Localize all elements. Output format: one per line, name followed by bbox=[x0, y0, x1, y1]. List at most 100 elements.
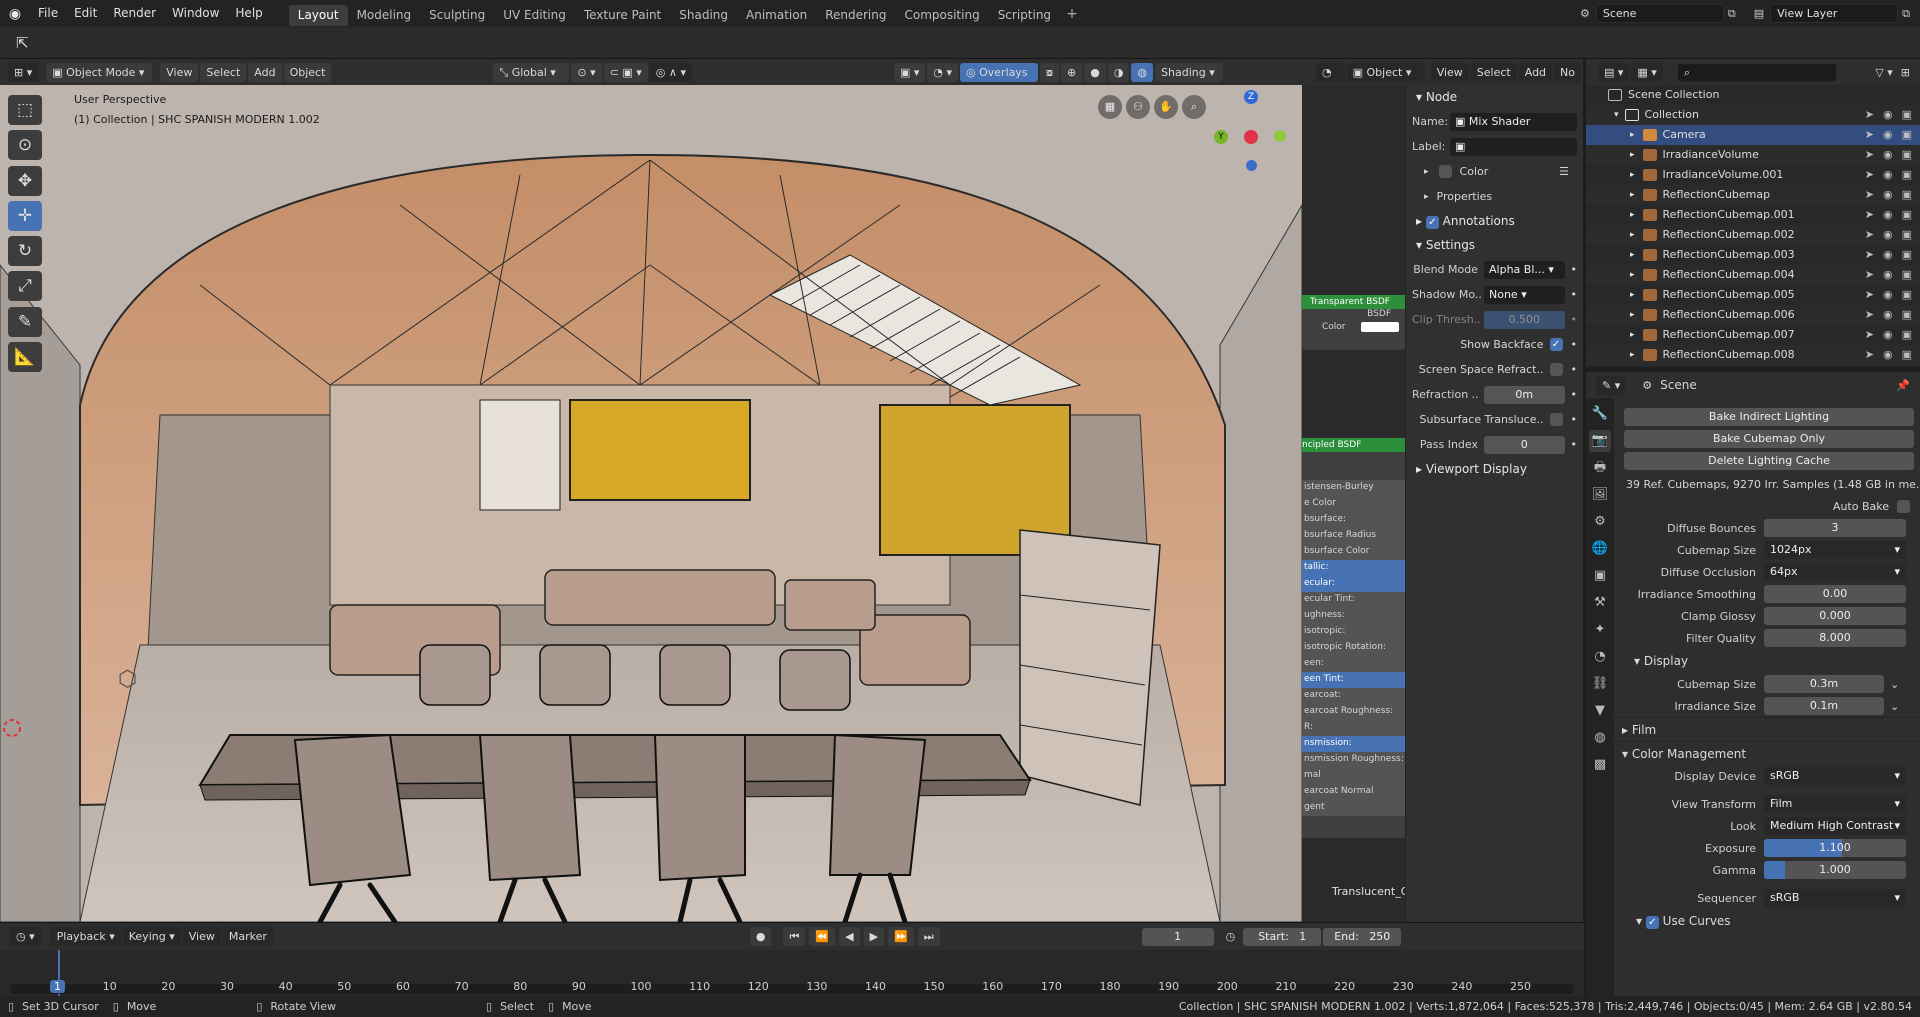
tab-rendering[interactable]: Rendering bbox=[816, 5, 895, 26]
node-socket-label[interactable]: mal bbox=[1302, 768, 1405, 784]
expand-arrow-icon[interactable]: ▸ bbox=[1630, 225, 1635, 245]
render-toggle-icon[interactable]: ▣ bbox=[1902, 165, 1912, 185]
node-socket-label[interactable]: bsurface Radius bbox=[1302, 528, 1405, 544]
expand-arrow-icon[interactable]: ▸ bbox=[1630, 205, 1635, 225]
outliner-item-row[interactable]: ▸ ReflectionCubemap.005 ➤ ◉ ▣ bbox=[1586, 285, 1920, 305]
outliner-item-label[interactable]: ReflectionCubemap.003 bbox=[1663, 245, 1795, 265]
node-socket-label[interactable]: istensen-Burley bbox=[1302, 480, 1405, 496]
render-toggle-icon[interactable]: ▣ bbox=[1902, 185, 1912, 205]
playback-menu[interactable]: Playback ▾ bbox=[50, 927, 121, 946]
properties-section-label[interactable]: Properties bbox=[1437, 190, 1493, 203]
sss-translucency-checkbox[interactable] bbox=[1549, 413, 1563, 426]
display-cubemap-size-field[interactable]: 0.3m bbox=[1764, 675, 1884, 693]
render-toggle-icon[interactable]: ▣ bbox=[1902, 125, 1912, 145]
tab-animation[interactable]: Animation bbox=[737, 5, 816, 26]
play-reverse-icon[interactable]: ◀ bbox=[839, 927, 860, 946]
outliner-item-row[interactable]: ▸ IrradianceVolume ➤ ◉ ▣ bbox=[1586, 145, 1920, 165]
select-toggle-icon[interactable]: ➤ bbox=[1865, 185, 1874, 205]
select-toggle-icon[interactable]: ➤ bbox=[1865, 245, 1874, 265]
marker-menu[interactable]: Marker bbox=[222, 927, 273, 946]
tool-tab-icon[interactable]: 🔧 bbox=[1589, 403, 1611, 425]
shading-menu[interactable]: Shading ▾ bbox=[1155, 62, 1224, 82]
shadow-mode-keyframe-icon[interactable]: • bbox=[1571, 288, 1578, 301]
tab-sculpting[interactable]: Sculpting bbox=[420, 5, 494, 26]
select-toggle-icon[interactable]: ➤ bbox=[1865, 165, 1874, 185]
scale-tool-icon[interactable]: ⤢ bbox=[8, 271, 42, 301]
display-subpanel-header[interactable]: ▾ Display bbox=[1614, 649, 1920, 673]
collection-expand-icon[interactable]: ▾ bbox=[1614, 105, 1619, 125]
irradiance-display-toggle-icon[interactable]: ⌄ bbox=[1890, 700, 1899, 713]
render-toggle-icon[interactable]: ▣ bbox=[1902, 285, 1912, 305]
visibility-icon[interactable]: ◉ bbox=[1883, 185, 1893, 205]
gizmo-y-axis[interactable]: Y bbox=[1214, 130, 1228, 144]
transform-tool-icon[interactable]: ✛ bbox=[8, 201, 42, 231]
add-menu[interactable]: Add bbox=[248, 62, 282, 82]
node-section-header[interactable]: ▾ Node bbox=[1406, 85, 1583, 109]
expand-arrow-icon[interactable]: ▸ bbox=[1630, 345, 1635, 365]
visibility-icon[interactable]: ◉ bbox=[1883, 265, 1893, 285]
xray-icon[interactable]: ⧇ bbox=[1040, 62, 1060, 82]
visibility-icon[interactable]: ◉ bbox=[1883, 225, 1893, 245]
new-view-layer-icon[interactable]: ⧉ bbox=[1902, 7, 1910, 21]
camera-icon[interactable]: ⚇ bbox=[1126, 95, 1150, 119]
select-toggle-icon[interactable]: ➤ bbox=[1865, 145, 1874, 165]
tab-texture-paint[interactable]: Texture Paint bbox=[575, 5, 670, 26]
color-management-panel-header[interactable]: ▾ Color Management bbox=[1614, 741, 1920, 765]
tab-uv-editing[interactable]: UV Editing bbox=[494, 5, 575, 26]
refraction-keyframe-icon[interactable]: • bbox=[1571, 388, 1578, 401]
render-toggle-icon[interactable]: ▣ bbox=[1902, 325, 1912, 345]
measure-tool-icon[interactable]: 📐 bbox=[8, 342, 42, 372]
filter-icon[interactable]: ▽ ▾ bbox=[1875, 66, 1892, 79]
transform-tool-icon[interactable]: ⇱ bbox=[16, 34, 29, 52]
output-tab-icon[interactable]: 🖶 bbox=[1589, 457, 1611, 479]
constraints-tab-icon[interactable]: ⛓ bbox=[1589, 673, 1611, 695]
shader-type-selector[interactable]: ▣ Object ▾ bbox=[1346, 62, 1425, 82]
editor-type-icon[interactable]: ⊞ ▾ bbox=[8, 62, 39, 82]
scene-icon[interactable]: ⚙ bbox=[1580, 7, 1590, 20]
delete-cache-button[interactable]: Delete Lighting Cache bbox=[1624, 452, 1914, 470]
outliner-item-row[interactable]: ▸ ReflectionCubemap.002 ➤ ◉ ▣ bbox=[1586, 225, 1920, 245]
cursor-tool-icon[interactable]: ⊙ bbox=[8, 130, 42, 160]
rendered-shading-icon[interactable]: ◍ bbox=[1131, 62, 1154, 82]
clip-threshold-field[interactable]: 0.500 bbox=[1484, 310, 1565, 329]
node-name-field[interactable]: ▣ Mix Shader bbox=[1450, 112, 1577, 131]
outliner-item-label[interactable]: IrradianceVolume bbox=[1663, 145, 1759, 165]
scene-collection-row[interactable]: Scene Collection bbox=[1586, 85, 1920, 105]
outliner-item-label[interactable]: Camera bbox=[1663, 125, 1706, 145]
pin-icon[interactable]: 📌 bbox=[1896, 379, 1910, 392]
outliner-item-label[interactable]: ReflectionCubemap.005 bbox=[1663, 285, 1795, 305]
outliner-editor-type-icon[interactable]: ▤ ▾ bbox=[1598, 62, 1630, 82]
outliner-item-row[interactable]: ▸ IrradianceVolume.001 ➤ ◉ ▣ bbox=[1586, 165, 1920, 185]
object-tab-icon[interactable]: ▣ bbox=[1589, 565, 1611, 587]
material-shading-icon[interactable]: ◑ bbox=[1107, 62, 1130, 82]
node-socket-label[interactable]: e Color bbox=[1302, 496, 1405, 512]
select-toggle-icon[interactable]: ➤ bbox=[1865, 325, 1874, 345]
properties-expand-icon[interactable]: ▸ bbox=[1424, 192, 1429, 202]
outliner-item-label[interactable]: ReflectionCubemap.002 bbox=[1663, 225, 1795, 245]
node-socket-label[interactable]: ecular Tint: bbox=[1302, 592, 1405, 608]
jump-start-icon[interactable]: ⏮ bbox=[783, 927, 806, 946]
node-socket-label[interactable]: nsmission: bbox=[1302, 736, 1405, 752]
clip-keyframe-icon[interactable]: • bbox=[1571, 313, 1578, 326]
node-socket-label[interactable]: nsmission Roughness: bbox=[1302, 752, 1405, 768]
node-socket-label[interactable]: ughness: bbox=[1302, 608, 1405, 624]
sss-keyframe-icon[interactable]: • bbox=[1571, 413, 1578, 426]
outliner-item-row[interactable]: ▸ ReflectionCubemap.003 ➤ ◉ ▣ bbox=[1586, 245, 1920, 265]
node-socket-label[interactable]: earcoat: bbox=[1302, 688, 1405, 704]
expand-arrow-icon[interactable]: ▸ bbox=[1630, 125, 1635, 145]
view-menu[interactable]: View bbox=[160, 62, 199, 82]
record-icon[interactable]: ● bbox=[749, 927, 772, 946]
play-icon[interactable]: ▶ bbox=[863, 927, 885, 946]
visibility-icon[interactable]: ◉ bbox=[1883, 345, 1893, 365]
render-toggle-icon[interactable]: ▣ bbox=[1902, 145, 1912, 165]
clamp-glossy-field[interactable]: 0.000 bbox=[1764, 607, 1906, 625]
select-toggle-icon[interactable]: ➤ bbox=[1865, 305, 1874, 325]
world-tab-icon[interactable]: 🌐 bbox=[1589, 538, 1611, 560]
outliner-item-label[interactable]: ReflectionCubemap.001 bbox=[1663, 205, 1795, 225]
physics-tab-icon[interactable]: ◔ bbox=[1589, 646, 1611, 668]
sequencer-dropdown[interactable]: sRGB ▾ bbox=[1764, 889, 1906, 907]
show-backface-checkbox[interactable]: ✓ bbox=[1549, 338, 1563, 351]
select-menu[interactable]: Select bbox=[200, 62, 247, 82]
select-toggle-icon[interactable]: ➤ bbox=[1865, 265, 1874, 285]
bake-cubemap-button[interactable]: Bake Cubemap Only bbox=[1624, 430, 1914, 448]
